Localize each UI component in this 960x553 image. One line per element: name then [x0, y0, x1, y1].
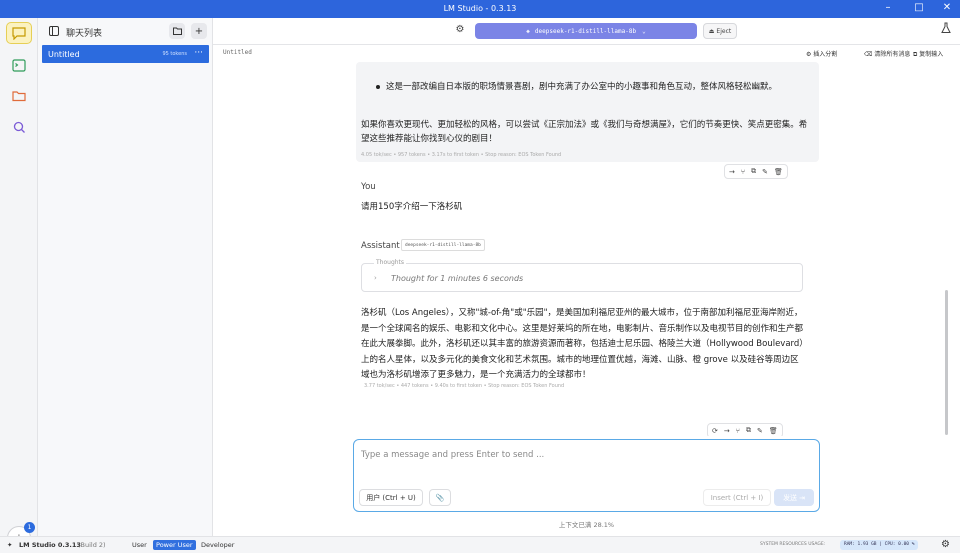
user-message: 请用150字介绍一下洛杉矶 — [361, 202, 463, 212]
continue-icon[interactable]: → — [729, 168, 735, 176]
message-bullet: 这是一部改编自日本版的职场情景喜剧，剧中充满了办公室中的小趣事和角色互动，整体风… — [376, 80, 806, 94]
chat-nav-icon[interactable] — [6, 22, 32, 44]
new-folder-button[interactable] — [169, 23, 185, 39]
maximize-icon[interactable]: □ — [911, 2, 927, 13]
chevron-down-icon: ⌄ — [642, 27, 646, 35]
chat-name: Untitled — [48, 50, 80, 59]
eject-icon: ⏏ — [708, 27, 715, 35]
new-chat-button[interactable]: + — [191, 23, 207, 39]
scrollbar-thumb[interactable] — [945, 290, 948, 435]
trash-icon[interactable]: 🗑 — [769, 427, 778, 435]
model-name: deepseek-r1-distill-llama-8b — [534, 27, 637, 35]
regenerate-icon[interactable]: ⟳ — [712, 427, 718, 435]
message-actions: → ⑂ ⧉ ✎ 🗑 — [724, 164, 788, 179]
assistant-label: Assistant — [361, 241, 400, 251]
insert-button[interactable]: Insert (Ctrl + I) — [703, 489, 771, 506]
sidebar-title: 聊天列表 — [66, 29, 103, 39]
mode-power-user[interactable]: Power User — [153, 540, 196, 550]
trash-icon[interactable]: 🗑 — [774, 168, 783, 176]
title-bar: LM Studio - 0.3.13 – □ ✕ — [0, 0, 960, 18]
edit-icon[interactable]: ✎ — [762, 168, 768, 176]
copy-input-button[interactable]: ⧉ 复制输入 — [913, 49, 943, 59]
chat-token-count: 95 tokens — [162, 51, 187, 57]
app-logo-icon: ✦ — [7, 541, 13, 549]
branch-icon[interactable]: ⑂ — [741, 168, 745, 176]
message-stats: 4.05 tok/sec • 957 tokens • 3.17s to fir… — [361, 152, 562, 158]
sidebar-header: 聊天列表 + — [38, 18, 213, 44]
mode-developer[interactable]: Developer — [201, 541, 234, 549]
edit-icon[interactable]: ✎ — [757, 427, 763, 435]
answer-actions: ⟳ → ⑂ ⧉ ✎ 🗑 — [707, 423, 783, 436]
user-role-button[interactable]: 用户 (Ctrl + U) — [359, 489, 423, 506]
search-nav-icon[interactable] — [6, 116, 32, 138]
model-selector[interactable]: ◈ deepseek-r1-distill-llama-8b ⌄ — [475, 23, 697, 39]
message-paragraph: 如果你喜欢更现代、更加轻松的风格，可以尝试《正宗加法》或《我们与奇想满屋》，它们… — [361, 120, 808, 144]
more-options-icon[interactable]: ··· — [194, 48, 203, 58]
eject-button[interactable]: ⏏ Eject — [703, 23, 737, 39]
attach-button[interactable]: 📎 — [429, 489, 451, 506]
minimize-icon[interactable]: – — [880, 2, 896, 13]
app-version: LM Studio 0.3.13 — [19, 541, 81, 549]
chat-list-item[interactable]: Untitled 95 tokens ··· — [42, 45, 209, 63]
thoughts-duration: Thought for 1 minutes 6 seconds — [391, 274, 524, 283]
user-label: You — [361, 182, 376, 192]
chat-title: Untitled — [223, 49, 252, 56]
thoughts-panel[interactable]: Thoughts › Thought for 1 minutes 6 secon… — [361, 259, 803, 292]
settings-gear-icon[interactable]: ⚙ — [941, 539, 950, 550]
top-bar: ⚙ ◈ deepseek-r1-distill-llama-8b ⌄ ⏏ Eje… — [213, 18, 960, 45]
previous-assistant-message: 这是一部改编自日本版的职场情景喜剧，剧中充满了办公室中的小趣事和角色互动，整体风… — [356, 62, 819, 162]
folder-nav-icon[interactable] — [6, 85, 32, 107]
thoughts-header: Thoughts — [374, 259, 407, 266]
close-icon[interactable]: ✕ — [939, 2, 955, 13]
send-label: 发送 — [783, 493, 798, 502]
model-icon: ◈ — [526, 27, 530, 35]
message-input[interactable]: Type a message and press Enter to send .… — [361, 450, 544, 460]
downloads-badge: 1 — [24, 522, 35, 533]
system-resources-label: SYSTEM RESOURCES USAGE: — [760, 542, 826, 547]
copy-icon[interactable]: ⧉ — [751, 167, 756, 176]
plus-icon: + — [194, 25, 204, 37]
paperclip-icon: 📎 — [435, 493, 445, 502]
build-number: (Build 2) — [78, 541, 106, 549]
assistant-model-tag: deepseek-r1-distill-llama-8b — [401, 239, 485, 251]
window-title: LM Studio - 0.3.13 — [443, 4, 517, 13]
clear-messages-button[interactable]: ⌫ 清除所有消息 — [864, 49, 910, 58]
branch-icon[interactable]: ⑂ — [736, 427, 740, 435]
terminal-nav-icon[interactable] — [6, 54, 32, 76]
chat-subbar: Untitled ⚙ 插入分割 ⌫ 清除所有消息 ⧉ 复制输入 — [213, 46, 960, 62]
chat-sidebar: 聊天列表 + Untitled 95 tokens ··· — [38, 18, 213, 536]
answer-stats: 3.77 tok/sec • 447 tokens • 9.40s to fir… — [364, 383, 565, 389]
context-usage: 上下文已满 28.1% — [558, 521, 615, 529]
resource-usage: RAM: 1.93 GB | CPU: 0.00 % — [840, 540, 919, 550]
nav-rail: ⤓ 1 — [0, 18, 38, 550]
mode-user[interactable]: User — [132, 541, 147, 549]
sidebar-toggle-icon[interactable] — [49, 26, 59, 36]
message-composer[interactable]: Type a message and press Enter to send .… — [353, 439, 820, 512]
send-button[interactable]: 发送 ⇥ — [774, 489, 814, 506]
status-bar: ✦ LM Studio 0.3.13 (Build 2) User Power … — [0, 536, 960, 553]
chevron-right-icon: › — [374, 274, 377, 282]
continue-icon[interactable]: → — [724, 427, 730, 435]
assistant-answer: 洛杉矶（Los Angeles），又称"城-of-角"或"乐园"，是美国加利福尼… — [361, 308, 804, 380]
eject-label: Eject — [716, 27, 732, 35]
send-icon: ⇥ — [799, 493, 805, 502]
folder-plus-icon — [172, 27, 182, 35]
flask-icon[interactable] — [938, 22, 954, 40]
copy-icon[interactable]: ⧉ — [746, 426, 751, 435]
settings-gear-icon[interactable]: ⚙ — [453, 24, 467, 38]
insert-divider-button[interactable]: ⚙ 插入分割 — [806, 49, 837, 58]
message-area: 这是一部改编自日本版的职场情景喜剧，剧中充满了办公室中的小趣事和角色互动，整体风… — [213, 62, 946, 436]
